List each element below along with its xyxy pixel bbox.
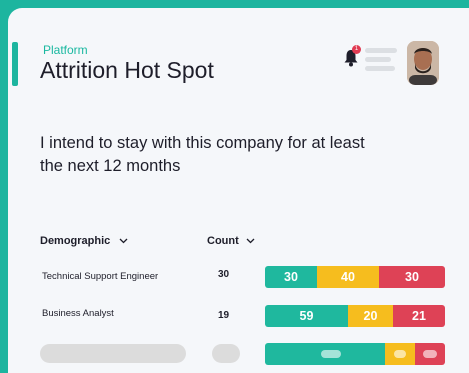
menu-icon[interactable] bbox=[365, 48, 397, 75]
response-distribution-bar: 59 20 21 bbox=[265, 305, 445, 327]
skeleton-label bbox=[40, 344, 186, 363]
favorable-segment: 30 bbox=[265, 266, 317, 288]
unfavorable-segment: 21 bbox=[393, 305, 445, 327]
neutral-segment: 40 bbox=[317, 266, 379, 288]
favorable-segment: 59 bbox=[265, 305, 348, 327]
page-title: Attrition Hot Spot bbox=[40, 57, 214, 83]
neutral-segment: 20 bbox=[348, 305, 393, 327]
attrition-card: Platform Attrition Hot Spot 1 I intend t… bbox=[8, 8, 469, 373]
demographic-column-header[interactable]: Demographic bbox=[40, 235, 128, 247]
count-column-header[interactable]: Count bbox=[207, 235, 255, 247]
chevron-down-icon bbox=[246, 238, 255, 244]
accent-bar bbox=[12, 42, 18, 86]
table-row-label: Technical Support Engineer bbox=[42, 271, 159, 282]
notification-badge: 1 bbox=[352, 45, 361, 54]
survey-question: I intend to stay with this company for a… bbox=[40, 134, 365, 175]
skeleton-count bbox=[212, 344, 240, 363]
skeleton-distribution-bar bbox=[265, 343, 445, 365]
response-distribution-bar: 30 40 30 bbox=[265, 266, 445, 288]
table-row-label: Business Analyst bbox=[42, 308, 114, 319]
table-row-count: 30 bbox=[218, 269, 230, 280]
unfavorable-segment: 30 bbox=[379, 266, 445, 288]
platform-label: Platform bbox=[43, 43, 88, 57]
avatar[interactable] bbox=[407, 41, 439, 85]
chevron-down-icon bbox=[119, 238, 128, 244]
table-row-count: 19 bbox=[218, 310, 230, 321]
